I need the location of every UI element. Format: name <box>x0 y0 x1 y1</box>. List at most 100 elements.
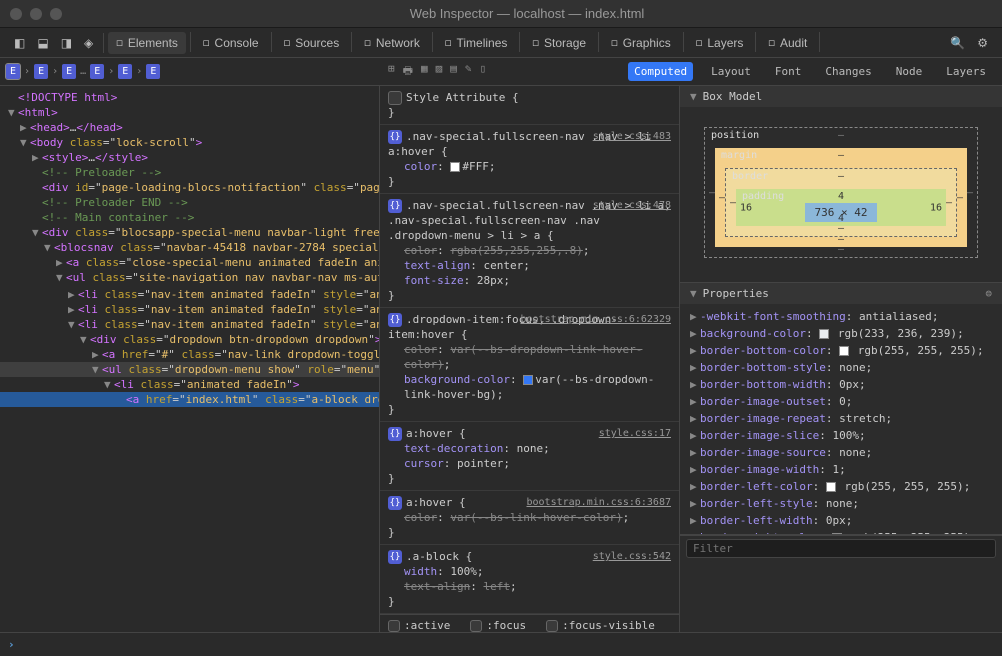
dom-node[interactable]: ▶<style>…</style> <box>0 150 379 165</box>
dom-node[interactable]: <a href="index.html" class="a-block drop… <box>0 392 379 407</box>
computed-property[interactable]: ▶border-right-color: rgb(255, 255, 255); <box>680 529 1002 534</box>
computed-property[interactable]: ▶border-left-color: rgb(255, 255, 255); <box>680 478 1002 495</box>
dom-node[interactable]: ▶<li class="nav-item animated fadeIn" st… <box>0 302 379 317</box>
style-property[interactable]: cursor: pointer; <box>388 456 671 471</box>
rule-source-link[interactable]: style.css:483 <box>593 129 671 144</box>
dom-node[interactable]: ▼<ul class="site-navigation nav navbar-n… <box>0 270 379 287</box>
minimize-window-icon[interactable] <box>30 8 42 20</box>
pseudo-checkbox-focus-visible[interactable]: :focus-visible <box>546 619 655 632</box>
breadcrumb-item[interactable]: E <box>90 64 104 79</box>
rule-source-link[interactable]: style.css:478 <box>593 198 671 213</box>
pseudo-checkbox-active[interactable]: :active <box>388 619 450 632</box>
style-rule[interactable]: style.css:542{}.a-block {width: 100%;tex… <box>380 545 679 614</box>
dock-bottom-icon[interactable]: ⬓ <box>31 32 54 54</box>
rule-selector[interactable]: a:hover <box>406 427 452 440</box>
compositing-borders-icon[interactable]: ▨ <box>436 62 443 81</box>
style-rule[interactable]: bootstrap.min.css:6:3687{}a:hover {color… <box>380 491 679 545</box>
tab-storage[interactable]: ◻ Storage <box>524 32 594 54</box>
style-property[interactable]: color: #FFF; <box>388 159 671 174</box>
element-picker-icon[interactable]: ◈ <box>78 32 99 54</box>
style-rule[interactable]: Style Attribute {} <box>380 86 679 125</box>
breadcrumb-path[interactable]: E›E›E…E›E›E <box>0 64 380 79</box>
dom-node[interactable]: ▼<li class="animated fadeIn"> <box>0 377 379 392</box>
computed-property[interactable]: ▶border-left-width: 0px; <box>680 512 1002 529</box>
rule-source-link[interactable]: style.css:542 <box>593 549 671 564</box>
device-icon[interactable]: ▯ <box>480 62 487 81</box>
dock-left-icon[interactable]: ◨ <box>55 32 78 54</box>
filter-icon[interactable]: ⊜ <box>985 287 992 300</box>
box-model-heading[interactable]: ▼ Box Model <box>680 86 1002 107</box>
computed-property[interactable]: ▶border-image-source: none; <box>680 444 1002 461</box>
computed-properties-list[interactable]: ▶-webkit-font-smoothing: antialiased;▶ba… <box>680 304 1002 534</box>
dom-node[interactable]: ▼<html> <box>0 105 379 120</box>
computed-property[interactable]: ▶border-bottom-color: rgb(255, 255, 255)… <box>680 342 1002 359</box>
computed-property[interactable]: ▶border-image-outset: 0; <box>680 393 1002 410</box>
toggle-rulers-icon[interactable]: ⊞ <box>388 62 395 81</box>
style-property[interactable]: text-align: left; <box>388 579 671 594</box>
rule-source-link[interactable]: bootstrap.min.css:6:3687 <box>527 495 672 510</box>
style-rule[interactable]: bootstrap.min.css:6:62329{}.dropdown-ite… <box>380 308 679 422</box>
style-property[interactable]: color: var(--bs-dropdown-link-hover-colo… <box>388 342 671 372</box>
computed-property[interactable]: ▶-webkit-font-smoothing: antialiased; <box>680 308 1002 325</box>
style-property[interactable]: text-align: center; <box>388 258 671 273</box>
detail-tab-layers[interactable]: Layers <box>940 62 992 81</box>
pseudo-checkbox-focus[interactable]: :focus <box>470 619 526 632</box>
breadcrumb-item[interactable]: E <box>6 64 20 79</box>
detail-tab-layout[interactable]: Layout <box>705 62 757 81</box>
style-property[interactable]: color: rgba(255,255,255,.8); <box>388 243 671 258</box>
style-property[interactable]: color: var(--bs-link-hover-color); <box>388 510 671 525</box>
style-rule[interactable]: style.css:483{}.nav-special.fullscreen-n… <box>380 125 679 194</box>
computed-property[interactable]: ▶background-color: rgb(233, 236, 239); <box>680 325 1002 342</box>
close-window-icon[interactable] <box>10 8 22 20</box>
computed-filter-input[interactable] <box>686 539 996 558</box>
dom-node[interactable]: ▶<head>…</head> <box>0 120 379 135</box>
tab-console[interactable]: ◻ Console <box>195 32 267 54</box>
dom-node[interactable]: ▼<div class="blocsapp-special-menu navba… <box>0 225 379 240</box>
breadcrumb-item[interactable]: E <box>118 64 132 79</box>
dom-node[interactable]: ▼<blocsnav class="navbar-45418 navbar-27… <box>0 240 379 255</box>
computed-property[interactable]: ▶border-bottom-width: 0px; <box>680 376 1002 393</box>
computed-property[interactable]: ▶border-image-repeat: stretch; <box>680 410 1002 427</box>
tab-layers[interactable]: ◻ Layers <box>688 32 752 54</box>
breadcrumb-item[interactable]: E <box>146 64 160 79</box>
dom-tree-panel[interactable]: <!DOCTYPE html>▼<html>▶<head>…</head>▼<b… <box>0 86 380 632</box>
computed-property[interactable]: ▶border-image-width: 1; <box>680 461 1002 478</box>
computed-property[interactable]: ▶border-image-slice: 100%; <box>680 427 1002 444</box>
layout-grid-icon[interactable]: ▤ <box>450 62 457 81</box>
tab-graphics[interactable]: ◻ Graphics <box>603 32 679 54</box>
console-drawer[interactable]: › <box>0 632 1002 656</box>
dom-node[interactable]: ▼<li class="nav-item animated fadeIn" st… <box>0 317 379 332</box>
tab-sources[interactable]: ◻ Sources <box>276 32 348 54</box>
style-property[interactable]: text-decoration: none; <box>388 441 671 456</box>
paint-icon[interactable]: ✎ <box>465 62 472 81</box>
rule-source-link[interactable]: bootstrap.min.css:6:62329 <box>520 312 671 327</box>
print-styles-icon[interactable]: 🖶 <box>403 62 413 81</box>
tab-audit[interactable]: ◻ Audit <box>760 32 815 54</box>
detail-tab-font[interactable]: Font <box>769 62 808 81</box>
style-property[interactable]: width: 100%; <box>388 564 671 579</box>
dom-node[interactable]: <!DOCTYPE html> <box>0 90 379 105</box>
rule-selector[interactable]: Style Attribute <box>406 91 505 104</box>
rule-source-link[interactable]: style.css:17 <box>599 426 671 441</box>
rule-selector[interactable]: a:hover <box>406 496 452 509</box>
dom-node[interactable]: ▶<a class="close-special-menu animated f… <box>0 255 379 270</box>
style-property[interactable]: font-size: 28px; <box>388 273 671 288</box>
tab-timelines[interactable]: ◻ Timelines <box>437 32 516 54</box>
dom-node[interactable]: ▶<a href="#" class="nav-link dropdown-to… <box>0 347 379 362</box>
detail-tab-node[interactable]: Node <box>890 62 929 81</box>
dom-node[interactable]: <!-- Main container --> <box>0 210 379 225</box>
tab-elements[interactable]: ◻ Elements <box>108 32 186 54</box>
settings-gear-icon[interactable]: ⚙ <box>971 32 994 54</box>
box-model-diagram[interactable]: position – – – – margin – – – – border – <box>680 107 1002 282</box>
dom-node[interactable]: ▼<body class="lock-scroll"> <box>0 135 379 150</box>
zoom-window-icon[interactable] <box>50 8 62 20</box>
dom-node[interactable]: ▼<div class="dropdown btn-dropdown dropd… <box>0 332 379 347</box>
breadcrumb-item[interactable]: E <box>34 64 48 79</box>
style-property[interactable]: background-color: var(--bs-dropdown-link… <box>388 372 671 402</box>
dom-node[interactable]: <div id="page-loading-blocs-notifaction"… <box>0 180 379 195</box>
search-icon[interactable]: 🔍 <box>944 32 971 54</box>
dock-side-icon[interactable]: ◧ <box>8 32 31 54</box>
dom-node[interactable]: ▶<li class="nav-item animated fadeIn" st… <box>0 287 379 302</box>
paint-flashing-icon[interactable]: ▦ <box>421 62 428 81</box>
style-rule[interactable]: style.css:478{}.nav-special.fullscreen-n… <box>380 194 679 308</box>
